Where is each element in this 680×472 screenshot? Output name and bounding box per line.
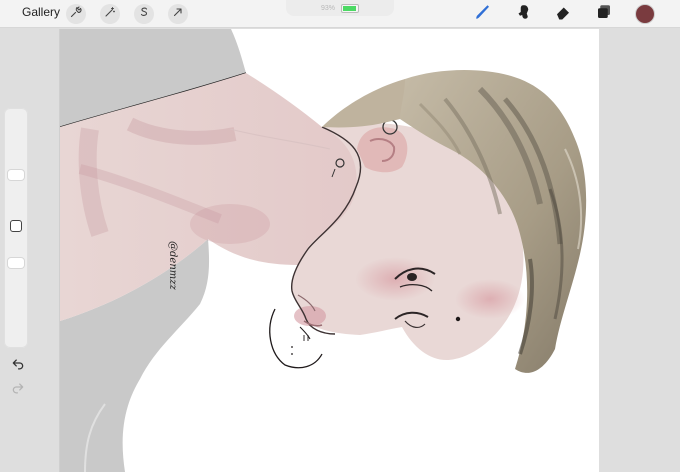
- eraser-tool-button[interactable]: [552, 3, 574, 25]
- undo-icon: [11, 356, 25, 375]
- redo-button[interactable]: [9, 380, 27, 398]
- eraser-icon: [554, 3, 572, 26]
- adjustments-button[interactable]: [100, 4, 120, 24]
- signature-text: @denmzz: [167, 241, 178, 291]
- drawing-canvas[interactable]: @denmzz: [59, 29, 599, 472]
- selection-button[interactable]: [134, 4, 154, 24]
- redo-icon: [11, 380, 25, 399]
- brush-size-slider[interactable]: [8, 169, 24, 180]
- smudge-icon: [514, 3, 532, 26]
- arrow-cursor-icon: [172, 5, 184, 23]
- undo-button[interactable]: [9, 356, 27, 374]
- layers-button[interactable]: [593, 3, 615, 25]
- procreate-app: Gallery 93% @denmzz: [0, 0, 680, 472]
- left-sidebar: [4, 108, 28, 393]
- wrench-icon: [70, 5, 82, 23]
- ear: [357, 127, 408, 173]
- smudge-tool-button[interactable]: [512, 3, 534, 25]
- selection-s-icon: [138, 5, 150, 23]
- brush-icon: [474, 3, 492, 26]
- status-bar: 93%: [286, 0, 394, 16]
- modify-button[interactable]: [10, 220, 22, 232]
- brush-tool-button[interactable]: [472, 3, 494, 25]
- magic-wand-icon: [104, 5, 116, 23]
- opacity-slider[interactable]: [8, 258, 24, 268]
- battery-percent: 93%: [320, 4, 335, 12]
- battery-icon: [341, 3, 359, 13]
- gallery-button[interactable]: Gallery: [22, 5, 60, 19]
- layers-icon: [595, 3, 613, 26]
- top-toolbar: Gallery 93%: [0, 0, 680, 28]
- color-picker-button[interactable]: [635, 4, 655, 24]
- signature: @denmzz: [167, 241, 178, 291]
- actions-button[interactable]: [66, 4, 86, 24]
- illustration: @denmzz: [60, 29, 587, 472]
- transform-button[interactable]: [168, 4, 188, 24]
